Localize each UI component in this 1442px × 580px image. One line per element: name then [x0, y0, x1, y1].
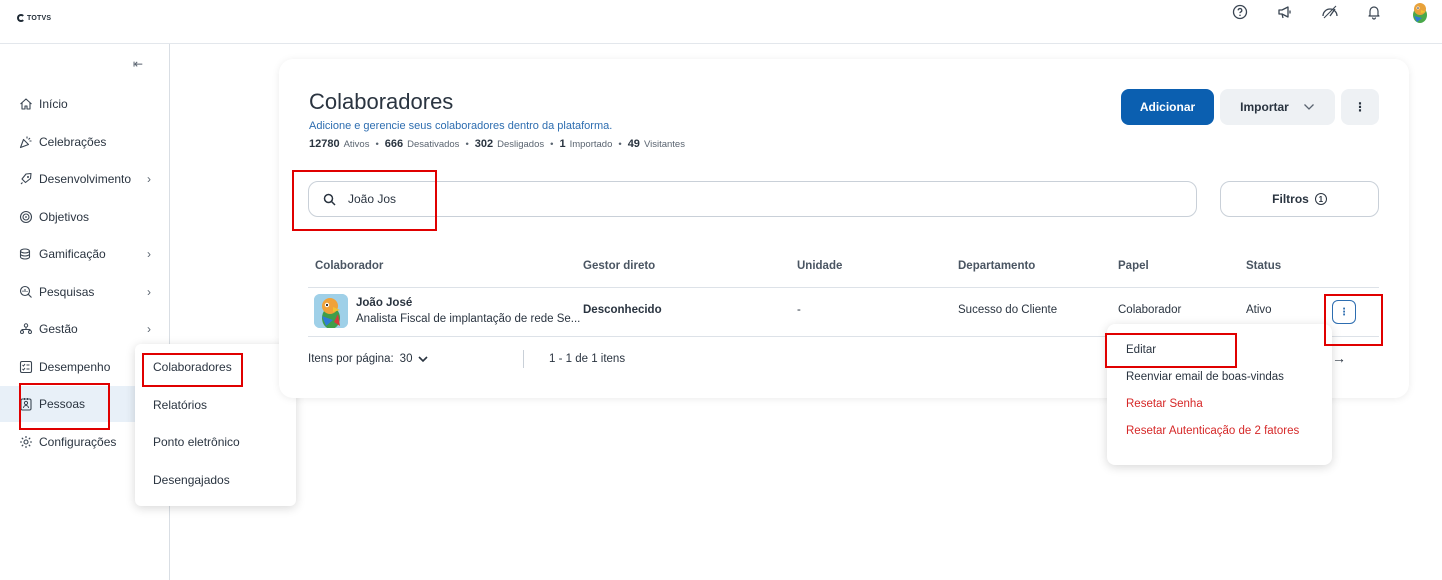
submenu-item-ponto-eletronico[interactable]: Ponto eletrônico	[135, 424, 296, 460]
submenu-item-desengajados[interactable]: Desengajados	[135, 462, 296, 498]
cell-manager: Desconhecido	[583, 304, 662, 316]
page-subtitle: Adicione e gerencie seus colaboradores d…	[309, 120, 613, 132]
pagination-range: 1 - 1 de 1 itens	[549, 353, 626, 365]
cell-status: Ativo	[1246, 304, 1272, 316]
sidebar-item-celebracoes[interactable]: Celebrações	[0, 124, 169, 160]
sidebar-item-inicio[interactable]: Início	[0, 86, 169, 122]
employee-job-title: Analista Fiscal de implantação de rede S…	[356, 313, 581, 325]
totvs-logo[interactable]: TOTVS	[17, 14, 51, 22]
search-icon	[323, 193, 336, 206]
filters-count-badge: 1	[1314, 193, 1327, 205]
menu-item-reenviar-email[interactable]: Reenviar email de boas-vindas	[1107, 364, 1332, 390]
stat-label: Desligados	[497, 139, 545, 150]
employee-name[interactable]: João José	[356, 297, 412, 309]
sidebar-item-desenvolvimento[interactable]: Desenvolvimento ›	[0, 161, 169, 197]
megaphone-icon[interactable]	[1273, 0, 1297, 24]
logo-text: TOTVS	[27, 14, 52, 22]
home-icon	[20, 98, 32, 110]
survey-icon	[19, 285, 32, 298]
chevron-right-icon: ›	[147, 172, 151, 186]
sidebar-item-pesquisas[interactable]: Pesquisas ›	[0, 274, 169, 310]
column-header-status[interactable]: Status	[1246, 260, 1281, 272]
dashboard-icon[interactable]	[1318, 0, 1342, 24]
column-header-colaborador[interactable]: Colaborador	[315, 260, 383, 272]
sidebar-item-label: Pessoas	[39, 397, 86, 411]
sidebar-item-label: Celebrações	[39, 135, 107, 149]
chevron-right-icon: ›	[147, 247, 151, 261]
items-per-page[interactable]: Itens por página: 30	[308, 353, 429, 365]
filters-label: Filtros	[1272, 192, 1309, 206]
checklist-icon	[19, 360, 33, 374]
page-title: Colaboradores	[309, 89, 454, 114]
sidebar-item-label: Pesquisas	[39, 285, 95, 299]
sidebar-item-label: Gestão	[39, 322, 78, 336]
more-options-button[interactable]: ⋮	[1341, 89, 1379, 125]
chevron-right-icon: ›	[147, 322, 151, 336]
table-header-divider	[308, 287, 1379, 288]
cell-role: Colaborador	[1118, 304, 1182, 316]
row-actions-menu: Editar Reenviar email de boas-vindas Res…	[1107, 324, 1332, 465]
chevron-right-icon: ›	[147, 285, 151, 299]
row-actions-button[interactable]: ⋮	[1332, 300, 1356, 324]
stat-label: Desativados	[407, 139, 460, 150]
chevron-down-icon	[1303, 104, 1314, 110]
org-icon	[20, 323, 32, 334]
cell-department: Sucesso do Cliente	[958, 304, 1058, 316]
per-page-label: Itens por página:	[308, 353, 394, 365]
stats-summary: 12780 Ativos • 666 Desativados • 302 Desligad…	[309, 138, 685, 150]
stat-value: 666	[384, 138, 404, 150]
pessoas-submenu: Colaboradores Relatórios Ponto eletrônic…	[135, 344, 296, 506]
submenu-item-colaboradores[interactable]: Colaboradores	[135, 349, 296, 385]
sidebar-item-label: Desenvolvimento	[39, 172, 132, 186]
user-avatar[interactable]	[1408, 0, 1432, 24]
gear-icon	[20, 436, 32, 448]
logo-mark-icon	[17, 14, 25, 22]
submenu-item-relatorios[interactable]: Relatórios	[135, 387, 296, 423]
column-header-unidade[interactable]: Unidade	[797, 260, 842, 272]
cell-unit: -	[797, 304, 801, 316]
stat-value: 12780	[309, 138, 340, 150]
bell-icon[interactable]	[1362, 0, 1386, 24]
column-header-departamento[interactable]: Departamento	[958, 260, 1035, 272]
party-icon	[19, 136, 32, 149]
sidebar-item-objetivos[interactable]: Objetivos	[0, 199, 169, 235]
menu-item-resetar-senha[interactable]: Resetar Senha	[1107, 391, 1332, 417]
per-page-value: 30	[399, 353, 413, 365]
menu-item-editar[interactable]: Editar	[1107, 337, 1332, 363]
pagination-divider	[523, 350, 524, 368]
rocket-icon	[20, 172, 32, 185]
badge-icon	[20, 398, 32, 411]
top-bar: TOTVS	[0, 0, 1442, 44]
sidebar-item-label: Objetivos	[39, 210, 90, 224]
coins-icon	[19, 248, 31, 260]
filters-button[interactable]: Filtros 1	[1220, 181, 1379, 217]
sidebar-item-label: Configurações	[39, 435, 117, 449]
stat-value: 49	[627, 138, 640, 150]
menu-item-resetar-2fa[interactable]: Resetar Autenticação de 2 fatores	[1107, 418, 1332, 444]
import-button[interactable]: Importar	[1220, 89, 1335, 125]
search-input[interactable]	[348, 192, 648, 206]
employee-avatar[interactable]	[314, 294, 348, 328]
collapse-left-icon[interactable]: ⇤	[133, 57, 143, 71]
sidebar-item-label: Desempenho	[39, 360, 111, 374]
column-header-gestor[interactable]: Gestor direto	[583, 260, 655, 272]
next-page-icon[interactable]: →	[1332, 350, 1346, 366]
sidebar-item-gestao[interactable]: Gestão ›	[0, 311, 169, 347]
stat-label: Visitantes	[643, 139, 685, 150]
chevron-down-icon	[418, 355, 429, 362]
import-label: Importar	[1240, 100, 1289, 114]
sidebar-item-label: Gamificação	[39, 247, 106, 261]
target-icon	[19, 210, 33, 224]
stat-value: 302	[474, 138, 494, 150]
stat-label: Importado	[569, 139, 613, 150]
stat-value: 1	[559, 138, 566, 150]
help-icon[interactable]	[1228, 0, 1252, 24]
search-field[interactable]	[308, 181, 1197, 217]
sidebar-item-label: Início	[39, 97, 68, 111]
column-header-papel[interactable]: Papel	[1118, 260, 1149, 272]
add-button[interactable]: Adicionar	[1121, 89, 1214, 125]
sidebar-item-gamificacao[interactable]: Gamificação ›	[0, 236, 169, 272]
stat-label: Ativos	[343, 139, 370, 150]
